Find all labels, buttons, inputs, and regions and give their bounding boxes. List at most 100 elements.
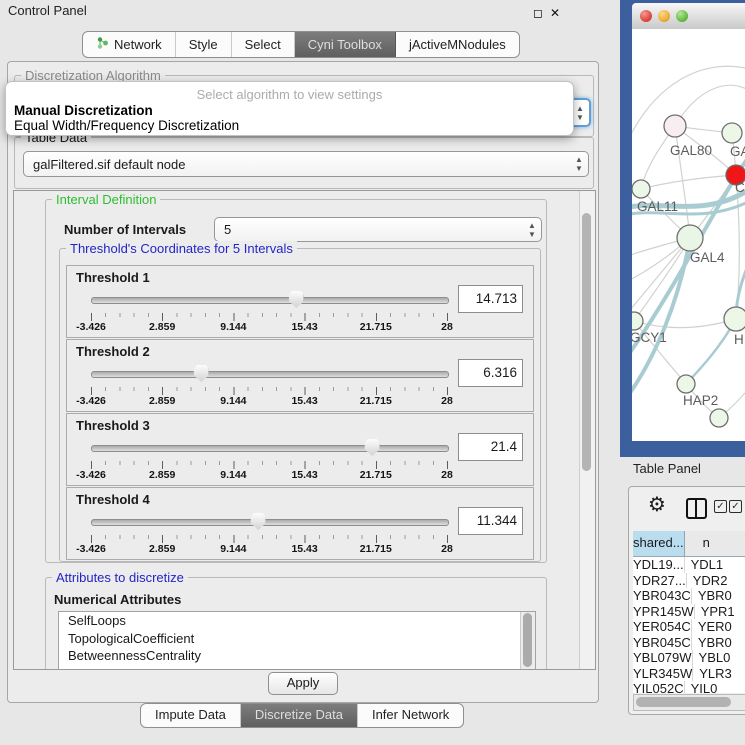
shared-name-cell[interactable]: YDR27...: [633, 573, 687, 589]
attributes-scrollbar[interactable]: [520, 612, 535, 670]
scrollbar-thumb[interactable]: [582, 213, 591, 471]
slider-track[interactable]: [91, 297, 449, 304]
close-icon[interactable]: ✕: [550, 6, 560, 20]
slider-thumb[interactable]: [194, 365, 209, 382]
name-cell[interactable]: YPR1: [695, 604, 745, 620]
apply-button[interactable]: Apply: [268, 672, 338, 695]
name-cell[interactable]: YDR2: [687, 573, 745, 589]
network-node[interactable]: [722, 123, 742, 143]
thresholds-group-title: Threshold's Coordinates for 5 Intervals: [66, 241, 297, 256]
slider-scale-label: -3.426: [76, 395, 106, 407]
popup-item-manual-discretization[interactable]: Manual Discretization: [14, 103, 153, 118]
attribute-list-item[interactable]: TopologicalCoefficient: [59, 630, 535, 648]
shared-name-cell[interactable]: YBL079W: [633, 650, 693, 666]
table-row[interactable]: YBR045CYBR0: [633, 635, 745, 651]
tab-jactivemnodules[interactable]: jActiveMNodules: [396, 32, 519, 57]
column-header-name[interactable]: n: [685, 531, 745, 556]
table-row[interactable]: YIL052CYIL0: [633, 681, 745, 693]
threshold-slider[interactable]: -3.4262.8599.14415.4321.71528: [91, 290, 447, 334]
threshold-value-field[interactable]: 14.713: [458, 285, 523, 313]
threshold-value-field[interactable]: 21.4: [458, 433, 523, 461]
table-row[interactable]: YBR043CYBR0: [633, 588, 745, 604]
slider-thumb[interactable]: [289, 291, 304, 308]
network-node[interactable]: [677, 225, 703, 251]
network-node[interactable]: [724, 307, 745, 331]
shared-name-cell[interactable]: YER054C: [633, 619, 692, 635]
scrollbar-thumb[interactable]: [636, 697, 731, 707]
shared-name-cell[interactable]: YPR145W: [633, 604, 695, 620]
select-none-checkbox-icon[interactable]: ✓: [729, 500, 742, 513]
network-node[interactable]: [677, 375, 695, 393]
minimize-traffic-light-icon[interactable]: [658, 10, 670, 22]
slider-track[interactable]: [91, 519, 449, 526]
slider-thumb[interactable]: [365, 439, 380, 456]
numerical-attributes-list[interactable]: SelfLoopsTopologicalCoefficientBetweenne…: [58, 611, 536, 670]
table-horizontal-scrollbar[interactable]: [633, 694, 745, 711]
table-data-combobox[interactable]: galFiltered.sif default node ▲▼: [23, 151, 589, 177]
network-node[interactable]: [632, 180, 650, 198]
network-node[interactable]: [664, 115, 686, 137]
threshold-slider[interactable]: -3.4262.8599.14415.4321.71528: [91, 438, 447, 482]
shared-name-cell[interactable]: YBR043C: [633, 588, 692, 604]
table-row[interactable]: YDR27...YDR2: [633, 573, 745, 589]
slider-scale-label: 21.715: [360, 469, 392, 481]
columns-icon[interactable]: [686, 498, 707, 519]
table-row[interactable]: YLR345WYLR3: [633, 666, 745, 682]
threshold-panel: Threshold 2 -3.4262.8599.14415.4321.7152…: [66, 339, 534, 412]
name-cell[interactable]: YBL0: [693, 650, 745, 666]
tab-impute-data[interactable]: Impute Data: [141, 704, 241, 727]
scrollbar-thumb[interactable]: [523, 613, 532, 667]
number-of-intervals-combobox[interactable]: 5 ▲▼: [214, 217, 542, 242]
threshold-value-field[interactable]: 6.316: [458, 359, 523, 387]
slider-scale-label: -3.426: [76, 543, 106, 555]
attribute-list-item[interactable]: SelfLoops: [59, 612, 535, 630]
tab-style[interactable]: Style: [176, 32, 232, 57]
tab-select[interactable]: Select: [232, 32, 295, 57]
slider-scale-label: 2.859: [149, 469, 175, 481]
network-view-canvas[interactable]: GAL80GALCGAL11GAL4GCY1HHAP2: [632, 29, 745, 441]
zoom-traffic-light-icon[interactable]: [676, 10, 688, 22]
gear-icon[interactable]: ⚙: [648, 494, 666, 516]
name-cell[interactable]: YBR0: [692, 635, 745, 651]
tab-network-label: Network: [114, 37, 162, 52]
interval-definition-group: Interval Definition Number of Intervals …: [45, 199, 547, 563]
shared-name-cell[interactable]: YDL19...: [633, 557, 685, 573]
close-traffic-light-icon[interactable]: [640, 10, 652, 22]
name-cell[interactable]: YIL0: [685, 681, 745, 693]
shared-name-cell[interactable]: YIL052C: [633, 681, 685, 693]
table-row[interactable]: YER054CYER0: [633, 619, 745, 635]
network-window-titlebar[interactable]: [632, 3, 745, 30]
node-attribute-table[interactable]: shared... n YDL19...YDL1YDR27...YDR2YBR0…: [633, 531, 745, 693]
name-cell[interactable]: YLR3: [693, 666, 745, 682]
column-header-shared-name[interactable]: shared...: [633, 531, 685, 556]
tab-network[interactable]: Network: [83, 32, 176, 57]
popup-item-equal-width[interactable]: Equal Width/Frequency Discretization: [14, 118, 239, 133]
table-row[interactable]: YPR145WYPR1: [633, 604, 745, 620]
shared-name-cell[interactable]: YBR045C: [633, 635, 692, 651]
threshold-slider[interactable]: -3.4262.8599.14415.4321.71528: [91, 512, 447, 556]
slider-thumb[interactable]: [251, 513, 266, 530]
slider-scale: -3.4262.8599.14415.4321.71528: [91, 321, 447, 334]
name-cell[interactable]: YBR0: [692, 588, 745, 604]
tab-discretize-data[interactable]: Discretize Data: [241, 704, 358, 727]
shared-name-cell[interactable]: YLR345W: [633, 666, 693, 682]
network-node[interactable]: [632, 312, 643, 330]
slider-track[interactable]: [91, 445, 449, 452]
table-row[interactable]: YDL19...YDL1: [633, 557, 745, 573]
select-all-checkbox-icon[interactable]: ✓: [714, 500, 727, 513]
slider-track[interactable]: [91, 371, 449, 378]
network-node[interactable]: [710, 409, 728, 427]
attribute-list-item[interactable]: BetweennessCentrality: [59, 647, 535, 665]
threshold-panel: Threshold 1 -3.4262.8599.14415.4321.7152…: [66, 265, 534, 338]
tab-impute-data-label: Impute Data: [155, 707, 226, 722]
tab-infer-network[interactable]: Infer Network: [358, 704, 463, 727]
settings-scrollbar[interactable]: [579, 191, 595, 669]
slider-major-ticks: [91, 387, 449, 395]
threshold-value-field[interactable]: 11.344: [458, 507, 523, 535]
table-row[interactable]: YBL079WYBL0: [633, 650, 745, 666]
float-window-icon[interactable]: ◻: [533, 6, 543, 20]
tab-cyni-toolbox[interactable]: Cyni Toolbox: [295, 32, 396, 57]
threshold-slider[interactable]: -3.4262.8599.14415.4321.71528: [91, 364, 447, 408]
name-cell[interactable]: YER0: [692, 619, 745, 635]
name-cell[interactable]: YDL1: [685, 557, 745, 573]
